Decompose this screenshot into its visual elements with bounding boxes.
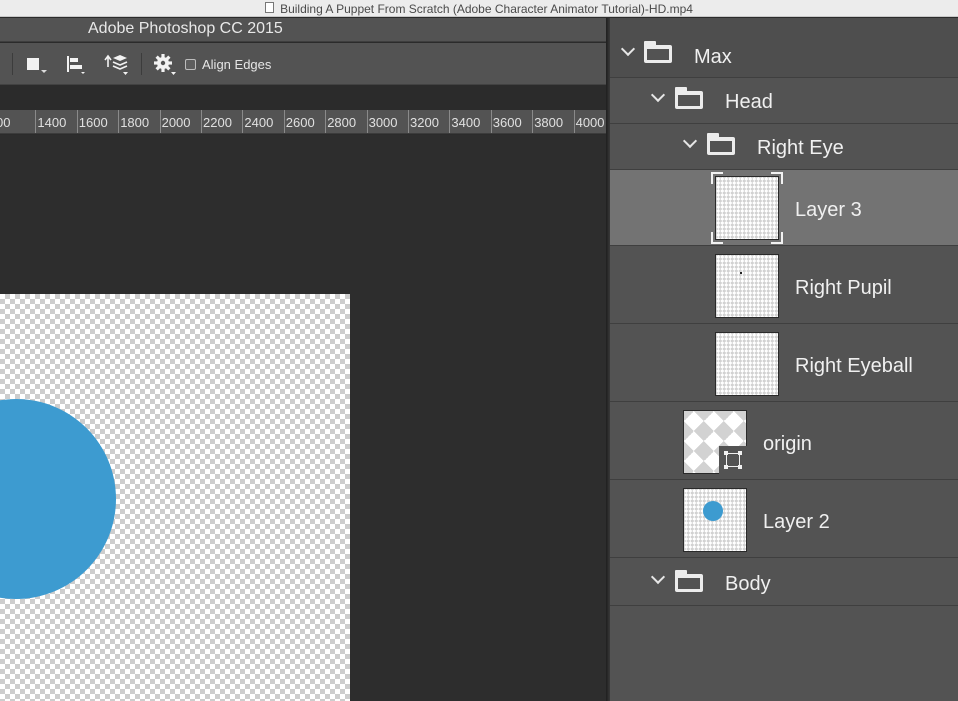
ruler-tick-mark xyxy=(325,110,327,133)
ruler-tick-label: 2800 xyxy=(327,115,357,130)
separator xyxy=(141,53,142,75)
layer-thumbnail[interactable] xyxy=(683,410,747,474)
ruler-tick-mark xyxy=(573,110,575,133)
layer-name[interactable]: Layer 2 xyxy=(763,511,830,534)
ruler-tick-mark xyxy=(490,110,492,133)
ruler-tick-mark xyxy=(408,110,409,133)
layer-group-max[interactable]: Max xyxy=(610,18,958,78)
layer-row-origin[interactable]: origin xyxy=(610,402,958,480)
layer-row-right-pupil[interactable]: Right Pupil xyxy=(610,246,958,324)
ruler-tick-label: 3200 xyxy=(410,115,439,130)
layer-thumbnail[interactable] xyxy=(715,254,779,318)
show-transform-icon[interactable] xyxy=(27,53,47,75)
layer-name[interactable]: Head xyxy=(725,91,773,114)
layer-group-body[interactable]: Body xyxy=(610,558,958,606)
layer-thumbnail[interactable] xyxy=(683,488,747,552)
layer-name[interactable]: Right Eye xyxy=(757,137,844,160)
ruler-tick-label: 2200 xyxy=(203,115,232,130)
layer-name[interactable]: origin xyxy=(763,433,812,456)
video-title-bar: Building A Puppet From Scratch (Adobe Ch… xyxy=(0,0,958,17)
ruler-tick-mark xyxy=(242,110,244,133)
smart-object-icon xyxy=(719,446,747,474)
video-title: Building A Puppet From Scratch (Adobe Ch… xyxy=(280,1,693,16)
layer-name[interactable]: Right Pupil xyxy=(795,277,892,300)
ruler-tick-label: 00 xyxy=(0,115,11,130)
folder-icon xyxy=(707,133,735,155)
ruler-tick-label: 2000 xyxy=(161,115,191,130)
folder-icon xyxy=(675,570,703,592)
ruler-tick-label: 3000 xyxy=(368,115,398,130)
app-title: Adobe Photoshop CC 2015 xyxy=(88,20,283,37)
ruler-tick-label: 1800 xyxy=(120,115,150,130)
arrange-layers-icon[interactable] xyxy=(104,53,128,75)
ruler-tick-label: 3400 xyxy=(451,115,481,130)
ruler-tick-label: 1600 xyxy=(78,115,108,130)
layer-thumbnail[interactable] xyxy=(711,172,783,244)
ruler-tick-label: 3600 xyxy=(492,115,522,130)
chevron-down-icon[interactable] xyxy=(650,569,666,585)
ruler-tick-label: 1400 xyxy=(37,115,67,130)
align-edges-checkbox[interactable] xyxy=(185,58,196,70)
ruler-tick-mark xyxy=(35,110,37,133)
document-canvas[interactable] xyxy=(0,294,350,701)
chevron-down-icon[interactable] xyxy=(620,41,636,57)
blue-dot-preview xyxy=(703,501,723,521)
folder-icon xyxy=(675,87,703,109)
ruler-tick-label: 4000 xyxy=(575,115,605,130)
ruler-tick-mark xyxy=(76,110,78,133)
blue-circle-shape[interactable] xyxy=(0,399,116,599)
ruler-tick-mark xyxy=(118,110,120,133)
document-icon xyxy=(265,2,275,14)
app-title-bar: Adobe Photoshop CC 2015 xyxy=(0,18,610,42)
align-edges-label: Align Edges xyxy=(202,56,272,72)
ruler-tick-mark xyxy=(449,110,451,133)
layers-panel: Max Head Right Eye Layer 3 Right Pupil R… xyxy=(610,18,958,701)
ruler-tick-mark xyxy=(532,110,534,133)
align-icon[interactable] xyxy=(65,53,85,75)
layer-group-right-eye[interactable]: Right Eye xyxy=(610,124,958,170)
layer-row-layer-2[interactable]: Layer 2 xyxy=(610,480,958,558)
chevron-down-icon[interactable] xyxy=(650,87,666,103)
ruler-tick-mark xyxy=(366,110,368,133)
ruler-tick-mark xyxy=(283,110,285,133)
layer-name[interactable]: Max xyxy=(694,46,732,69)
ruler-tick-label: 2400 xyxy=(244,115,274,130)
options-bar: Align Edges xyxy=(0,43,610,85)
layer-thumbnail[interactable] xyxy=(715,332,779,396)
chevron-down-icon[interactable] xyxy=(682,133,698,149)
align-edges-option[interactable]: Align Edges xyxy=(185,53,271,75)
layer-row-layer-3[interactable]: Layer 3 xyxy=(610,170,958,246)
horizontal-ruler[interactable]: 00 1400 1600 1800 2000 2200 2400 2600 2800 3000 32… xyxy=(0,110,610,134)
layer-name[interactable]: Body xyxy=(725,573,771,596)
separator xyxy=(12,53,13,75)
ruler-tick-label: 3800 xyxy=(534,115,564,130)
layer-name[interactable]: Layer 3 xyxy=(795,199,862,222)
canvas-work-area[interactable] xyxy=(0,135,608,701)
layer-row-right-eyeball[interactable]: Right Eyeball xyxy=(610,324,958,402)
layer-name[interactable]: Right Eyeball xyxy=(795,355,913,378)
ruler-tick-mark xyxy=(201,110,202,133)
ruler-tick-mark xyxy=(159,110,161,133)
layer-group-head[interactable]: Head xyxy=(610,78,958,124)
ruler-tick-label: 2600 xyxy=(285,115,315,130)
folder-icon xyxy=(644,41,672,63)
gear-icon[interactable] xyxy=(153,53,177,75)
